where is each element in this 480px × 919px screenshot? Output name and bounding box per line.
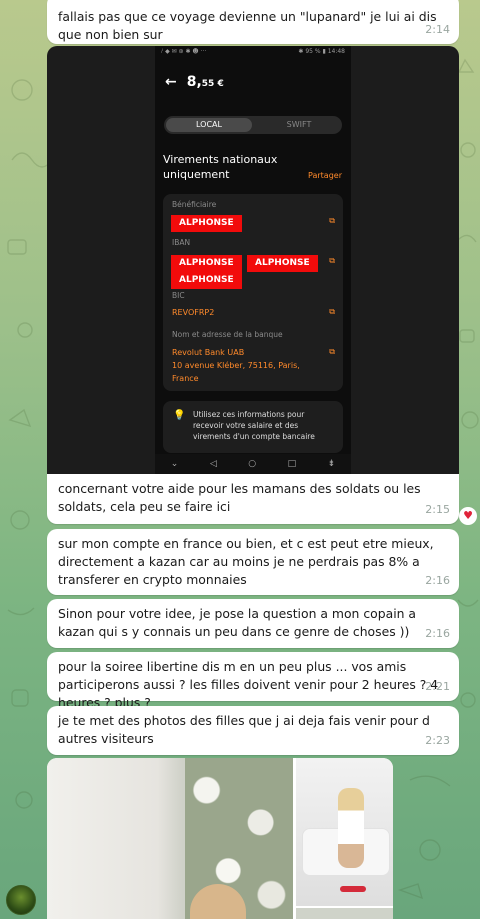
message-bubble[interactable]: je te met des photos des filles que j ai… <box>47 706 459 755</box>
status-icons-left: ᵢᴵ ◆ ✉ ⊛ ✱ ☻ ··· <box>161 48 207 55</box>
message-text: je te met des photos des filles que j ai… <box>58 713 430 746</box>
amount-main: 8, <box>186 74 202 90</box>
info-card: 💡 Utilisez ces informations pour recevoi… <box>163 401 343 453</box>
shoes-image <box>340 886 366 892</box>
bank-country: France <box>172 374 199 383</box>
bank-app-screenshot: ᵢᴵ ◆ ✉ ⊛ ✱ ☻ ··· ✱ 95 % ▮ 14:48 ← 8,55 € … <box>155 46 351 474</box>
message-time: 2:15 <box>425 503 450 516</box>
bank-label: Nom et adresse de la banque <box>172 330 283 339</box>
message-bubble[interactable]: concernant votre aide pour les mamans de… <box>47 474 459 524</box>
message-bubble[interactable]: fallais pas que ce voyage devienne un "l… <box>47 0 459 44</box>
iban-label: IBAN <box>172 238 191 247</box>
photo-album-message[interactable] <box>47 758 393 919</box>
android-nav-bar: ⌄ ◁ ○ □ ⇟ <box>155 454 351 474</box>
bic-value: REVOFRP2 <box>172 308 215 317</box>
beneficiary-label: Bénéficiaire <box>172 200 217 209</box>
info-text: Utilisez ces informations pour recevoir … <box>193 410 315 441</box>
message-bubble[interactable]: sur mon compte en france ou bien, et c e… <box>47 529 459 595</box>
status-icons-right: ✱ 95 % ▮ 14:48 <box>298 48 345 55</box>
photo-thumbnail[interactable] <box>296 908 393 919</box>
heart-reaction-icon[interactable]: ♥ <box>459 507 477 525</box>
tab-swift: SWIFT <box>286 120 312 129</box>
message-text: pour la soiree libertine dis m en un peu… <box>58 659 439 710</box>
message-time: 2:14 <box>425 23 450 36</box>
copy-icon: ⧉ <box>329 216 335 225</box>
lightbulb-icon: 💡 <box>173 410 186 421</box>
copy-icon: ⧉ <box>329 256 335 265</box>
message-text: Sinon pour votre idee, je pose la questi… <box>58 606 417 639</box>
photo-thumbnail[interactable] <box>47 758 293 919</box>
photo-thumbnail[interactable] <box>296 758 393 906</box>
copy-icon: ⧉ <box>329 347 335 356</box>
redaction-box: ALPHONSE <box>171 215 242 232</box>
message-text: sur mon compte en france ou bien, et c e… <box>58 536 434 587</box>
person-image <box>338 788 364 868</box>
message-time: 2:21 <box>425 680 450 693</box>
message-time: 2:16 <box>425 627 450 640</box>
tab-local: LOCAL <box>166 118 252 132</box>
home-icon: ○ <box>248 459 257 469</box>
redaction-box: ALPHONSE <box>171 255 242 272</box>
back-arrow-icon: ← <box>165 74 177 90</box>
section-title: Virements nationaux uniquement <box>163 153 278 181</box>
amount-cents: 55 € <box>201 79 224 89</box>
keyboard-icon: ⇟ <box>327 459 336 469</box>
bank-name: Revolut Bank UAB <box>172 348 245 357</box>
chevron-down-icon: ⌄ <box>170 459 179 469</box>
bic-label: BIC <box>172 291 185 300</box>
back-icon: ◁ <box>209 459 217 469</box>
sender-avatar[interactable] <box>6 885 36 915</box>
copy-icon: ⧉ <box>329 307 335 316</box>
media-message[interactable]: ᵢᴵ ◆ ✉ ⊛ ✱ ☻ ··· ✱ 95 % ▮ 14:48 ← 8,55 € … <box>47 46 459 474</box>
message-time: 2:23 <box>425 734 450 747</box>
recents-icon: □ <box>287 459 297 469</box>
redaction-box: ALPHONSE <box>171 272 242 289</box>
transfer-type-toggle: LOCAL SWIFT <box>164 116 342 134</box>
message-bubble[interactable]: Sinon pour votre idee, je pose la questi… <box>47 599 459 648</box>
message-text: concernant votre aide pour les mamans de… <box>58 481 421 514</box>
bank-address: 10 avenue Kléber, 75116, Paris, <box>172 361 300 370</box>
balance-amount: ← 8,55 € <box>165 74 224 90</box>
share-link: Partager <box>308 171 342 180</box>
message-bubble[interactable]: pour la soiree libertine dis m en un peu… <box>47 652 459 710</box>
message-text: fallais pas que ce voyage devienne un "l… <box>58 9 437 42</box>
message-time: 2:16 <box>425 574 450 587</box>
account-details-card: Bénéficiaire ALPHONSE ⧉ IBAN ALPHONSE AL… <box>163 194 343 391</box>
redaction-box: ALPHONSE <box>247 255 318 272</box>
